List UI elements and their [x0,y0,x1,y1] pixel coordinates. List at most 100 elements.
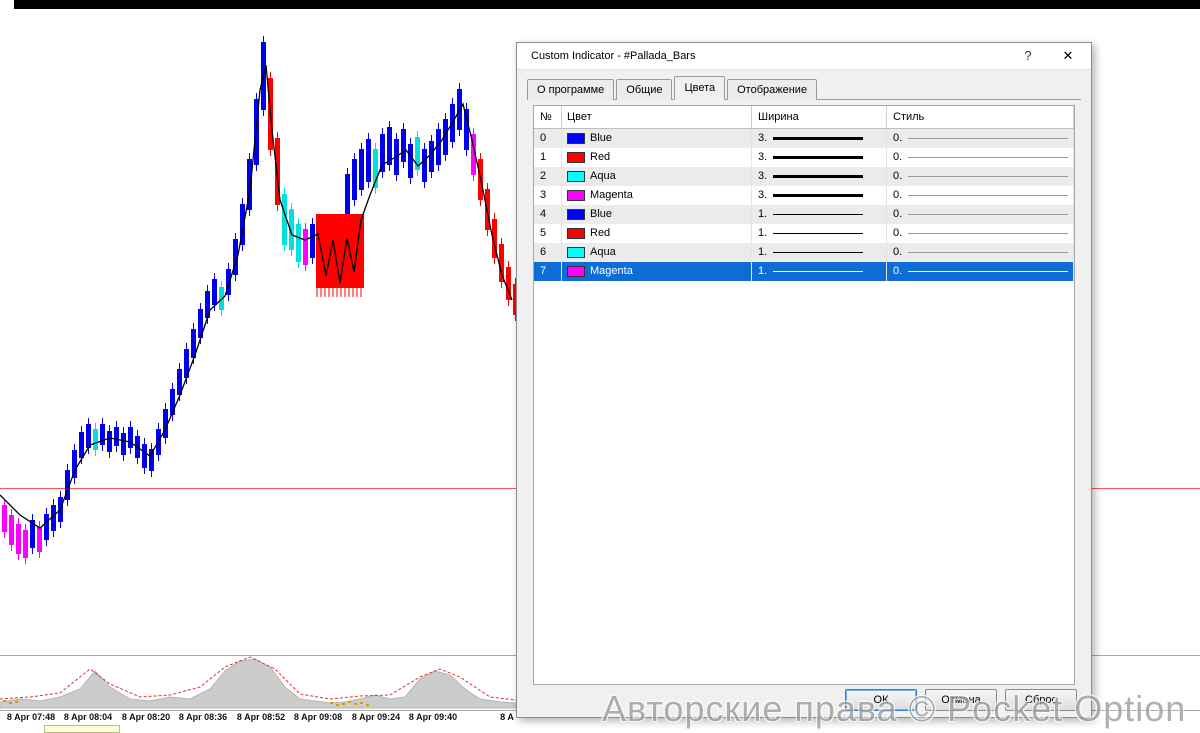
platform-top-bar [14,0,1200,9]
color-swatch-icon [567,171,585,182]
color-row-0[interactable]: 0 Blue 3. 0. [534,129,1074,148]
tab-display[interactable]: Отображение [727,79,817,100]
row-color-cell: Aqua [562,167,752,186]
style-value: 0. [893,205,902,224]
row-width-cell: 1. [752,224,887,243]
color-name: Blue [590,129,612,148]
width-line-sample [773,137,863,140]
screen: 8 Apr 07:48 8 Apr 08:04 8 Apr 08:20 8 Apr 0… [0,0,1200,733]
row-color-cell: Magenta [562,262,752,281]
row-index: 4 [534,205,562,224]
style-line-sample [908,138,1068,139]
tab-common[interactable]: Общие [616,79,672,100]
style-line-sample [908,157,1068,158]
width-line-sample [773,233,863,234]
style-line-sample [908,214,1068,215]
style-line-sample [908,233,1068,234]
width-value: 3. [758,167,767,186]
color-swatch-icon [567,152,585,163]
style-line-sample [908,252,1068,253]
style-value: 0. [893,243,902,262]
row-width-cell: 3. [752,186,887,205]
color-name: Red [590,148,610,167]
time-axis-label: 8 Apr 09:40 [409,712,457,722]
row-color-cell: Magenta [562,186,752,205]
color-row-7[interactable]: 7Magenta 1. 0. [534,262,1074,281]
time-axis-label: 8 Apr 08:36 [179,712,227,722]
custom-indicator-dialog: Custom Indicator - #Pallada_Bars ? ✕ О п… [516,42,1092,718]
color-row-4[interactable]: 4 Blue 1. 0. [534,205,1074,224]
color-row-6[interactable]: 6Aqua1.0. [534,243,1074,262]
time-axis-label: 8 Apr 07:48 [7,712,55,722]
row-color-cell: Blue [562,205,752,224]
color-swatch-icon [567,133,585,144]
width-line-sample [773,156,863,159]
header-color: Цвет [562,106,752,128]
color-swatch-icon [567,266,585,277]
color-row-5[interactable]: 5 Red 1. 0. [534,224,1074,243]
style-value: 0. [893,129,902,148]
table-header: № Цвет Ширина Стиль [534,106,1074,129]
row-style-cell: 0. [887,148,1074,167]
time-axis-label: 8 Apr 08:52 [237,712,285,722]
width-line-sample [773,214,863,215]
row-width-cell: 1. [752,205,887,224]
style-value: 0. [893,167,902,186]
width-value: 1. [758,224,767,243]
dialog-title-bar[interactable]: Custom Indicator - #Pallada_Bars ? ✕ [517,43,1091,70]
time-axis-label: 8 Apr 09:08 [294,712,342,722]
row-width-cell: 3. [752,129,887,148]
color-name: Red [590,224,610,243]
row-style-cell: 0. [887,205,1074,224]
chart-tab-stub[interactable] [44,725,120,733]
indicator-area [0,659,516,708]
row-color-cell: Red [562,224,752,243]
row-index: 1 [534,148,562,167]
row-style-cell: 0. [887,129,1074,148]
style-line-sample [908,271,1068,272]
style-value: 0. [893,262,902,281]
width-value: 1. [758,243,767,262]
watermark: Авторские права © Pocket Option [602,688,1186,730]
color-name: Magenta [590,186,633,205]
color-table: № Цвет Ширина Стиль 0Blue3.0.1Red3.0.2Aq… [533,105,1075,685]
header-style: Стиль [887,106,1074,128]
tab-about[interactable]: О программе [527,79,614,100]
row-width-cell: 3. [752,167,887,186]
row-style-cell: 0. [887,167,1074,186]
time-axis-label: 8 Apr 08:04 [64,712,112,722]
row-style-cell: 0. [887,186,1074,205]
time-axis-label: 8 Apr 08:20 [122,712,170,722]
row-index: 0 [534,129,562,148]
color-name: Blue [590,205,612,224]
row-width-cell: 3. [752,148,887,167]
color-swatch-icon [567,228,585,239]
row-color-cell: Blue [562,129,752,148]
color-name: Aqua [590,243,616,262]
width-line-sample [773,252,863,253]
color-swatch-icon [567,190,585,201]
style-value: 0. [893,224,902,243]
width-value: 1. [758,205,767,224]
color-row-2[interactable]: 2Aqua 3. 0. [534,167,1074,186]
width-value: 1. [758,262,767,281]
width-line-sample [773,271,863,272]
color-row-3[interactable]: 3Magenta3.0. [534,186,1074,205]
style-line-sample [908,176,1068,177]
width-value: 3. [758,186,767,205]
header-num: № [534,106,562,128]
time-axis-label: 8 A [500,712,514,722]
header-width: Ширина [752,106,887,128]
style-value: 0. [893,186,902,205]
color-row-1[interactable]: 1 Red 3. 0. [534,148,1074,167]
row-style-cell: 0. [887,262,1074,281]
tab-colors[interactable]: Цвета [674,76,725,100]
style-line-sample [908,195,1068,196]
row-index: 7 [534,262,562,281]
close-icon[interactable]: ✕ [1057,43,1079,69]
row-index: 5 [534,224,562,243]
row-index: 2 [534,167,562,186]
color-table-body: 0Blue3.0.1Red3.0.2Aqua3.0.3Magenta3.0.4B… [534,129,1074,281]
width-value: 3. [758,148,767,167]
help-icon[interactable]: ? [1017,43,1039,69]
